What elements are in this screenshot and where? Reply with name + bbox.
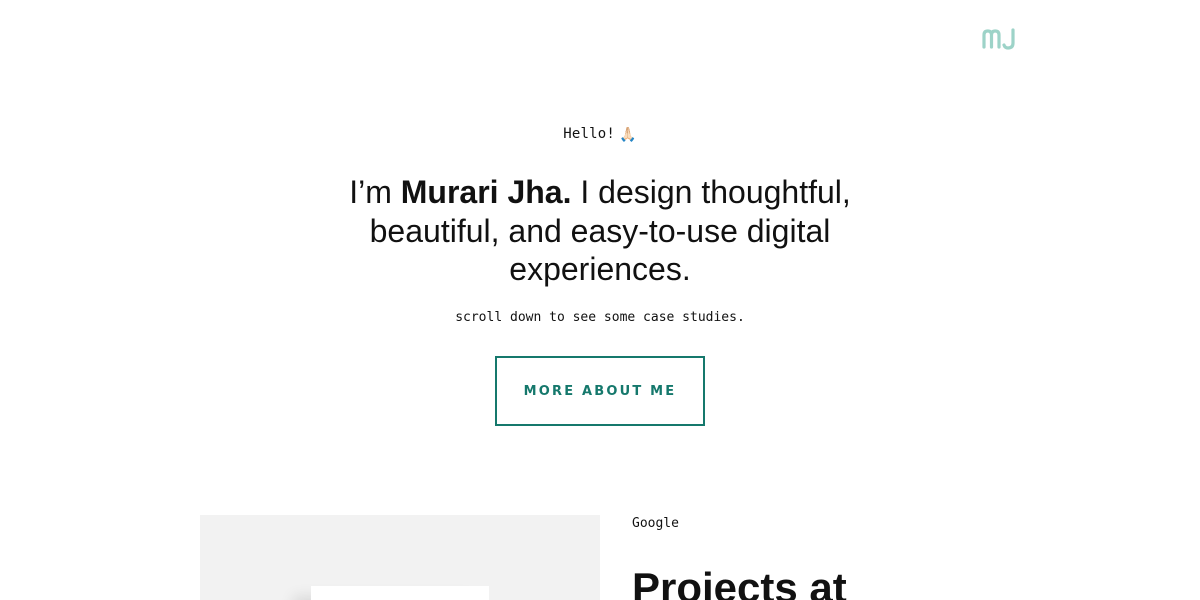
thumbnail-mock-card xyxy=(311,586,489,600)
headline-name: Murari Jha. xyxy=(400,174,572,210)
more-about-me-button[interactable]: MORE ABOUT ME xyxy=(495,356,705,426)
page: Hello! 🙏🏻 I’m Murari Jha. I design though… xyxy=(0,0,1200,600)
case-study-thumbnail[interactable] xyxy=(200,515,600,600)
case-study-company: Google xyxy=(632,516,679,531)
headline-prefix: I’m xyxy=(349,174,401,210)
hero-headline: I’m Murari Jha. I design thoughtful, bea… xyxy=(340,173,860,289)
greeting-text: Hello! xyxy=(563,126,616,142)
logo[interactable] xyxy=(981,27,1019,51)
case-study-title[interactable]: Projects at xyxy=(632,564,847,600)
hero-subline: scroll down to see some case studies. xyxy=(455,310,745,325)
folded-hands-icon: 🙏🏻 xyxy=(619,127,637,143)
hero-greeting: Hello! 🙏🏻 xyxy=(0,126,1200,143)
